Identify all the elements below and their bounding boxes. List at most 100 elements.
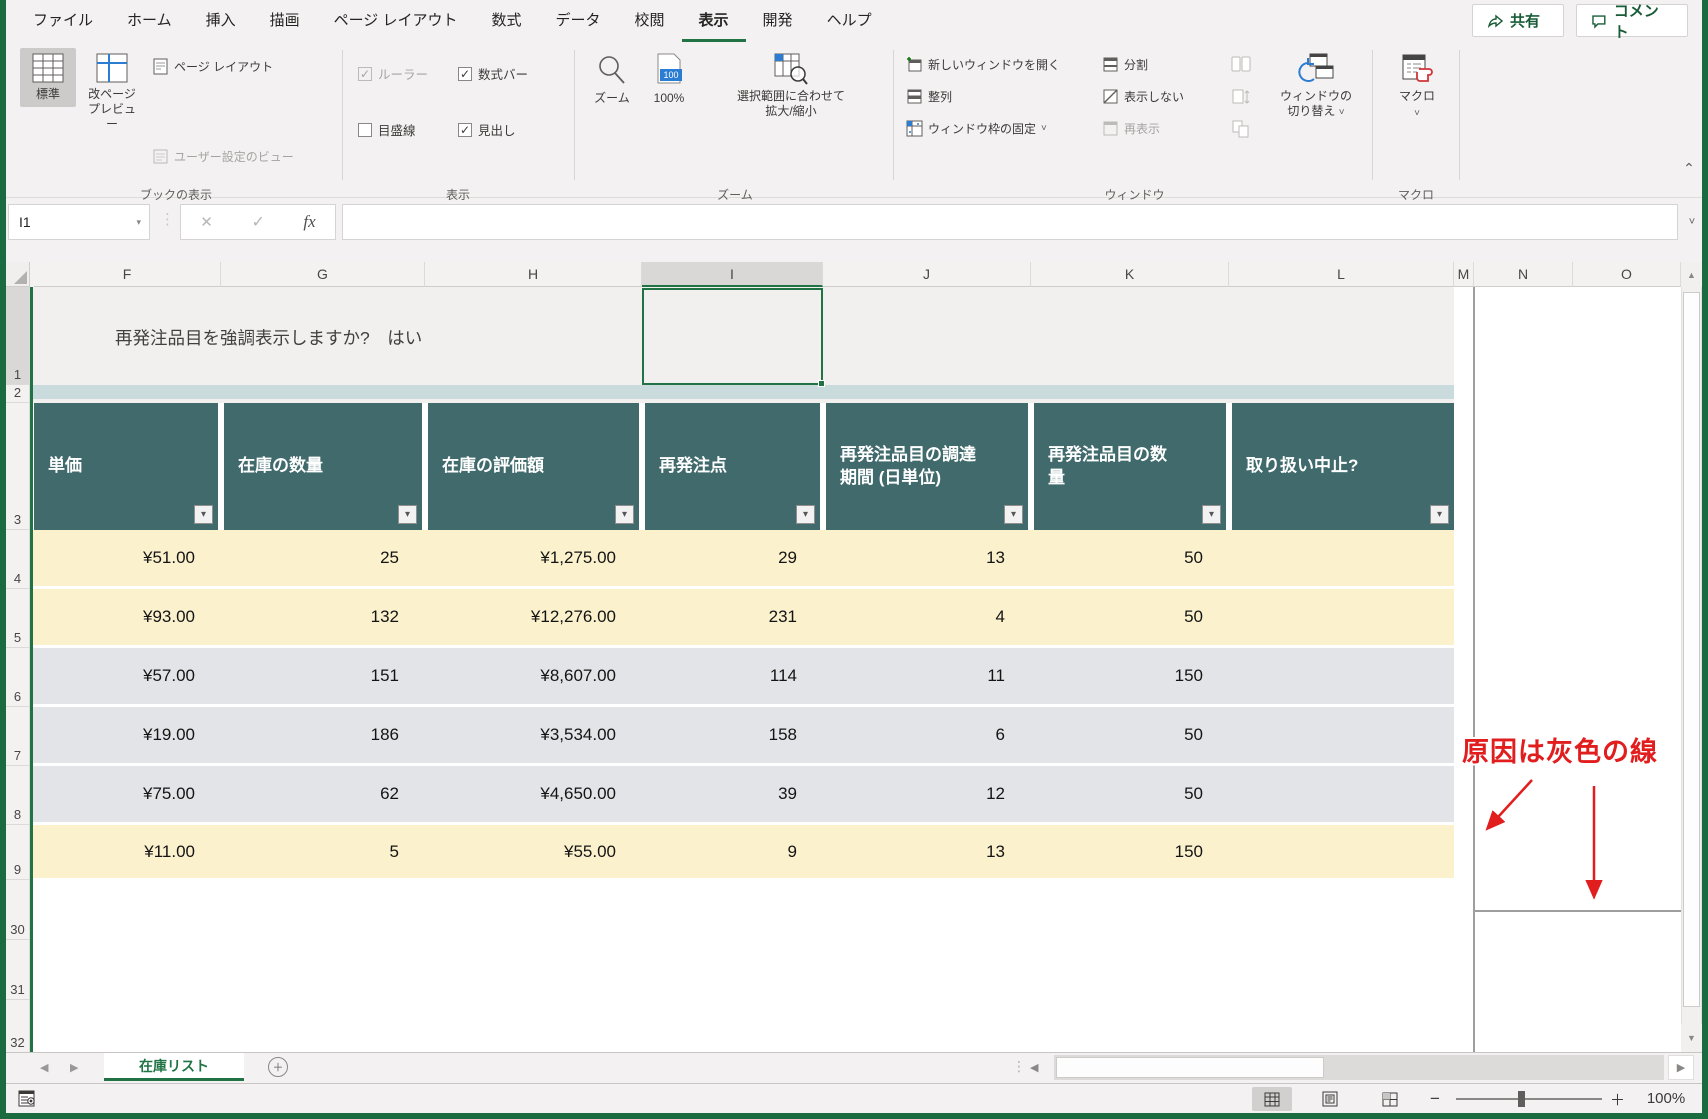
- switch-windows-button[interactable]: ウィンドウの 切り替え ˅: [1268, 48, 1364, 125]
- tab-data[interactable]: データ: [539, 0, 618, 42]
- column-header-O[interactable]: O: [1573, 262, 1681, 287]
- cell-K5[interactable]: 50: [1031, 589, 1203, 645]
- zoom-in-button[interactable]: ＋: [1610, 1089, 1625, 1110]
- column-header-J[interactable]: J: [823, 262, 1031, 287]
- tab-page-layout[interactable]: ページ レイアウト: [317, 0, 475, 42]
- freeze-panes-button[interactable]: ウィンドウ枠の固定 ˅: [906, 120, 1047, 137]
- row-header-8[interactable]: 8: [6, 766, 30, 825]
- row-header-30[interactable]: 30: [6, 880, 30, 940]
- cell-G6[interactable]: 151: [221, 648, 399, 704]
- tab-home[interactable]: ホーム: [110, 0, 189, 42]
- cell-H9[interactable]: ¥55.00: [425, 825, 616, 878]
- tab-view[interactable]: 表示: [681, 0, 746, 42]
- tab-file[interactable]: ファイル: [16, 0, 110, 42]
- formula-bar-expand-icon[interactable]: ˅: [1682, 210, 1702, 234]
- cell-H6[interactable]: ¥8,607.00: [425, 648, 616, 704]
- cell-K8[interactable]: 50: [1031, 766, 1203, 822]
- table-header-lead-time[interactable]: 再発注品目の調達 期間 (日単位): [826, 403, 1028, 530]
- hscroll-right-button[interactable]: ▶: [1668, 1055, 1694, 1080]
- page-layout-view-button[interactable]: ページ レイアウト: [152, 58, 273, 75]
- vertical-scrollbar-thumb[interactable]: [1683, 292, 1700, 1007]
- cell-F7[interactable]: ¥19.00: [34, 707, 195, 763]
- view-normal-button[interactable]: [1252, 1087, 1292, 1111]
- cell-F4[interactable]: ¥51.00: [34, 530, 195, 586]
- name-box-dropdown-icon[interactable]: ▾: [136, 217, 149, 228]
- cell-G7[interactable]: 186: [221, 707, 399, 763]
- new-sheet-button[interactable]: ＋: [268, 1057, 288, 1077]
- row-header-6[interactable]: 6: [6, 648, 30, 707]
- normal-view-button[interactable]: 標準: [20, 48, 76, 107]
- zoom-to-selection-button[interactable]: 選択範囲に合わせて 拡大/縮小: [700, 48, 882, 124]
- synchronous-scrolling-icon[interactable]: [1230, 86, 1252, 108]
- tab-developer[interactable]: 開発: [746, 0, 810, 42]
- zoom-out-button[interactable]: −: [1430, 1089, 1440, 1109]
- column-header-N[interactable]: N: [1474, 262, 1573, 287]
- tab-insert[interactable]: 挿入: [189, 0, 253, 42]
- cell-K9[interactable]: 150: [1031, 825, 1203, 878]
- formula-bar-checkbox[interactable]: ✓ 数式バー: [458, 64, 528, 83]
- column-header-K[interactable]: K: [1031, 262, 1229, 287]
- cell-F9[interactable]: ¥11.00: [34, 825, 195, 878]
- cell-I6[interactable]: 114: [642, 648, 797, 704]
- filter-button-qty-in-stock[interactable]: ▾: [398, 505, 417, 524]
- gray-horizontal-line[interactable]: [1474, 910, 1681, 912]
- row-header-2[interactable]: 2: [6, 385, 30, 403]
- column-header-I[interactable]: I: [642, 262, 823, 287]
- column-header-F[interactable]: F: [34, 262, 221, 287]
- column-header-G[interactable]: G: [221, 262, 425, 287]
- zoom-slider-thumb[interactable]: [1518, 1091, 1525, 1107]
- column-header-H[interactable]: H: [425, 262, 642, 287]
- ruler-checkbox[interactable]: ✓ ルーラー: [358, 64, 428, 83]
- gridlines-checkbox[interactable]: 目盛線: [358, 120, 416, 139]
- sheet-nav-right-icon[interactable]: ▶: [70, 1061, 78, 1074]
- row-header-7[interactable]: 7: [6, 707, 30, 766]
- table-header-reorder-level[interactable]: 再発注点: [645, 403, 820, 530]
- cell-J7[interactable]: 6: [823, 707, 1005, 763]
- table-header-qty-in-stock[interactable]: 在庫の数量: [224, 403, 422, 530]
- cell-F5[interactable]: ¥93.00: [34, 589, 195, 645]
- custom-views-button[interactable]: ユーザー設定のビュー: [152, 148, 294, 165]
- new-window-button[interactable]: 新しいウィンドウを開く: [906, 56, 1060, 73]
- tab-draw[interactable]: 描画: [253, 0, 317, 42]
- row-header-32[interactable]: 32: [6, 1000, 30, 1052]
- cancel-icon[interactable]: ✕: [200, 213, 213, 231]
- table-header-unit-price[interactable]: 単価: [34, 403, 218, 530]
- arrange-all-button[interactable]: 整列: [906, 88, 952, 105]
- view-page-layout-button[interactable]: [1310, 1087, 1350, 1111]
- fill-handle[interactable]: [818, 380, 825, 387]
- collapse-ribbon-button[interactable]: ⌃: [1678, 160, 1700, 180]
- cell-G9[interactable]: 5: [221, 825, 399, 878]
- tab-review[interactable]: 校閲: [618, 0, 682, 42]
- cell-I5[interactable]: 231: [642, 589, 797, 645]
- horizontal-scrollbar-thumb[interactable]: [1056, 1057, 1324, 1078]
- filter-button-inventory-value[interactable]: ▾: [615, 505, 634, 524]
- comments-button[interactable]: コメント: [1576, 3, 1688, 41]
- tab-help[interactable]: ヘルプ: [810, 0, 889, 42]
- cell-H8[interactable]: ¥4,650.00: [425, 766, 616, 822]
- zoom-level-button[interactable]: 100%: [1636, 1090, 1696, 1107]
- macros-button[interactable]: マクロ ˅: [1388, 48, 1446, 124]
- insert-function-icon[interactable]: fx: [303, 212, 315, 232]
- share-button[interactable]: 共有: [1472, 4, 1564, 37]
- cell-H4[interactable]: ¥1,275.00: [425, 530, 616, 586]
- active-cell-I1[interactable]: [642, 288, 825, 387]
- cell-J8[interactable]: 12: [823, 766, 1005, 822]
- view-page-break-button[interactable]: [1370, 1087, 1410, 1111]
- cell-F8[interactable]: ¥75.00: [34, 766, 195, 822]
- split-button[interactable]: 分割: [1102, 56, 1148, 73]
- row-header-9[interactable]: 9: [6, 825, 30, 880]
- row-header-4[interactable]: 4: [6, 530, 30, 589]
- filter-button-lead-time[interactable]: ▾: [1004, 505, 1023, 524]
- filter-button-discontinued[interactable]: ▾: [1430, 505, 1449, 524]
- filter-button-reorder-qty[interactable]: ▾: [1202, 505, 1221, 524]
- cell-H5[interactable]: ¥12,276.00: [425, 589, 616, 645]
- hide-window-button[interactable]: 表示しない: [1102, 88, 1184, 105]
- table-header-reorder-qty[interactable]: 再発注品目の数量: [1034, 403, 1226, 530]
- tabbar-splitter[interactable]: ⋮: [1012, 1058, 1026, 1075]
- scroll-up-button[interactable]: ▲: [1681, 262, 1702, 287]
- row-header-31[interactable]: 31: [6, 940, 30, 1000]
- column-header-L[interactable]: L: [1229, 262, 1454, 287]
- cell-I8[interactable]: 39: [642, 766, 797, 822]
- hscroll-left-icon[interactable]: ◀: [1030, 1061, 1038, 1074]
- cell-G4[interactable]: 25: [221, 530, 399, 586]
